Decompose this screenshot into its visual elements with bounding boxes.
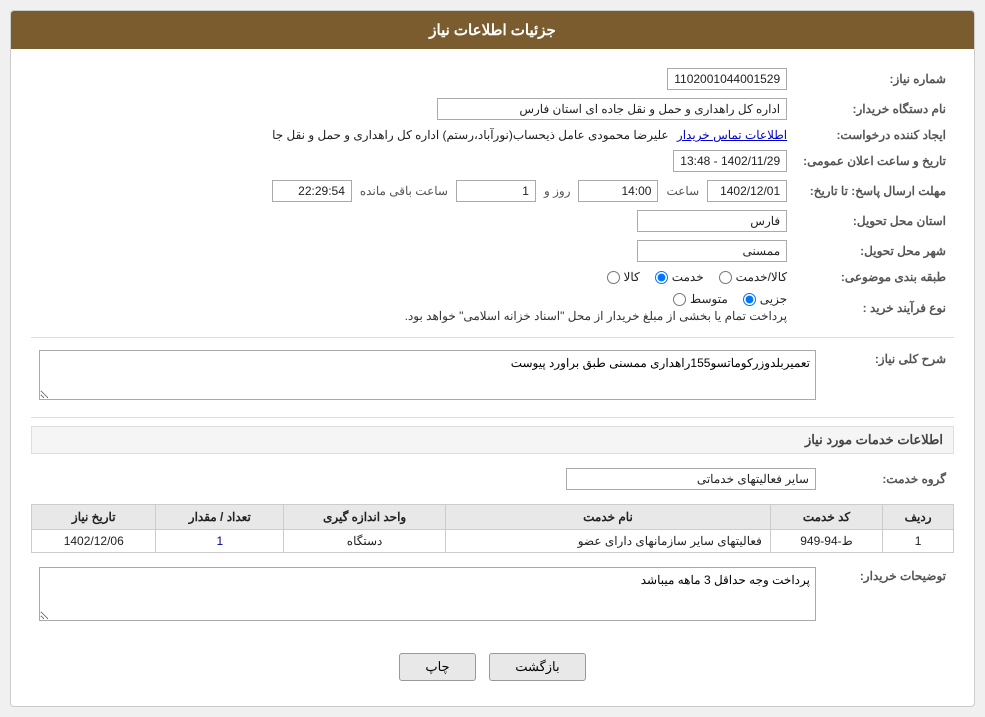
services-table: ردیف کد خدمت نام خدمت واحد اندازه گیری ت… — [31, 504, 954, 553]
print-button[interactable]: چاپ — [399, 653, 475, 681]
tabaqe-radio-kala_khadamat[interactable] — [719, 271, 732, 284]
th-kod: کد خدمت — [770, 505, 882, 530]
noeFarayand-label-motavasset: متوسط — [690, 292, 728, 306]
tabaqe-option-kala_khadamat[interactable]: کالا/خدمت — [719, 270, 787, 284]
tabaqe-label: طبقه بندی موضوعی: — [795, 266, 954, 288]
tarikh-value: 1402/11/29 - 13:48 — [673, 150, 787, 172]
th-radif: ردیف — [883, 505, 954, 530]
shahr-value: ممسنی — [637, 240, 787, 262]
noeFarayand-option-jozii[interactable]: جزیی — [743, 292, 787, 306]
ejadKonande-label: ایجاد کننده درخواست: — [795, 124, 954, 146]
mohlat-saat-label: ساعت — [666, 184, 699, 198]
mohlat-label: مهلت ارسال پاسخ: تا تاریخ: — [795, 176, 954, 206]
table-row: 1 ط-94-949 فعالیتهای سایر سازمانهای دارا… — [32, 530, 954, 553]
tozihat-textarea[interactable] — [39, 567, 816, 621]
tabaqe-label-kala_khadamat: کالا/خدمت — [736, 270, 787, 284]
tabaqe-radio-kala[interactable] — [607, 271, 620, 284]
tabaqe-radio-khadamat[interactable] — [655, 271, 668, 284]
noeFarayand-label-jozii: جزیی — [760, 292, 787, 306]
divider-1 — [31, 337, 954, 338]
ostan-value: فارس — [637, 210, 787, 232]
cell-vahed: دستگاه — [284, 530, 446, 553]
tozihat-label: توضیحات خریدار: — [824, 563, 954, 628]
noeFarayand-option-motavasset[interactable]: متوسط — [673, 292, 728, 306]
button-row: بازگشت چاپ — [31, 638, 954, 691]
cell-name: فعالیتهای سایر سازمانهای دارای عضو — [446, 530, 771, 553]
services-section-title: اطلاعات خدمات مورد نیاز — [31, 426, 954, 454]
noeFarayand-radio-motavasset[interactable] — [673, 293, 686, 306]
cell-radif: 1 — [883, 530, 954, 553]
cell-tarikh: 1402/12/06 — [32, 530, 156, 553]
sharh-label: شرح کلی نیاز: — [824, 346, 954, 407]
mohlat-saat: 14:00 — [578, 180, 658, 202]
ejadKonande-link[interactable]: اطلاعات تماس خریدار — [677, 128, 787, 142]
noeFarayand-description: پرداخت تمام یا بخشی از مبلغ خریدار از مح… — [39, 309, 787, 323]
mohlat-baghimande-label: ساعت باقی مانده — [360, 184, 448, 198]
th-vahed: واحد اندازه گیری — [284, 505, 446, 530]
noeFarayand-radio-jozii[interactable] — [743, 293, 756, 306]
mohlat-date: 1402/12/01 — [707, 180, 787, 202]
mohlat-roz-label: روز و — [544, 184, 571, 198]
namDastgah-label: نام دستگاه خریدار: — [795, 94, 954, 124]
noeFarayand-label: نوع فرآیند خرید : — [795, 288, 954, 327]
namDastgah-value: اداره کل راهداری و حمل و نقل جاده ای است… — [437, 98, 787, 120]
cell-tedad: 1 — [156, 530, 284, 553]
group-label: گروه خدمت: — [824, 464, 954, 494]
sharh-textarea[interactable] — [39, 350, 816, 400]
tabaqe-options: کالا/خدمت خدمت کالا — [607, 270, 788, 284]
th-tarikh: تاریخ نیاز — [32, 505, 156, 530]
shomareNiaz-label: شماره نیاز: — [795, 64, 954, 94]
cell-kod: ط-94-949 — [770, 530, 882, 553]
back-button[interactable]: بازگشت — [489, 653, 585, 681]
shahr-label: شهر محل تحویل: — [795, 236, 954, 266]
shomareNiaz-value: 1102001044001529 — [667, 68, 787, 90]
th-tedad: تعداد / مقدار — [156, 505, 284, 530]
tabaqe-option-khadamat[interactable]: خدمت — [655, 270, 704, 284]
ostan-label: استان محل تحویل: — [795, 206, 954, 236]
tarikh-label: تاریخ و ساعت اعلان عمومی: — [795, 146, 954, 176]
mohlat-roz: 1 — [456, 180, 536, 202]
mohlat-baghimande: 22:29:54 — [272, 180, 352, 202]
ejadKonande-value: علیرضا محمودی عامل ذیحساب(نورآباد،رستم) … — [272, 128, 668, 142]
th-name: نام خدمت — [446, 505, 771, 530]
divider-2 — [31, 417, 954, 418]
tabaqe-label-khadamat: خدمت — [672, 270, 704, 284]
noeFarayand-options: جزیی متوسط — [673, 292, 787, 306]
page-header: جزئیات اطلاعات نیاز — [11, 11, 974, 49]
group-value: سایر فعالیتهای خدماتی — [566, 468, 816, 490]
tabaqe-option-kala[interactable]: کالا — [607, 270, 640, 284]
tabaqe-label-kala: کالا — [624, 270, 640, 284]
